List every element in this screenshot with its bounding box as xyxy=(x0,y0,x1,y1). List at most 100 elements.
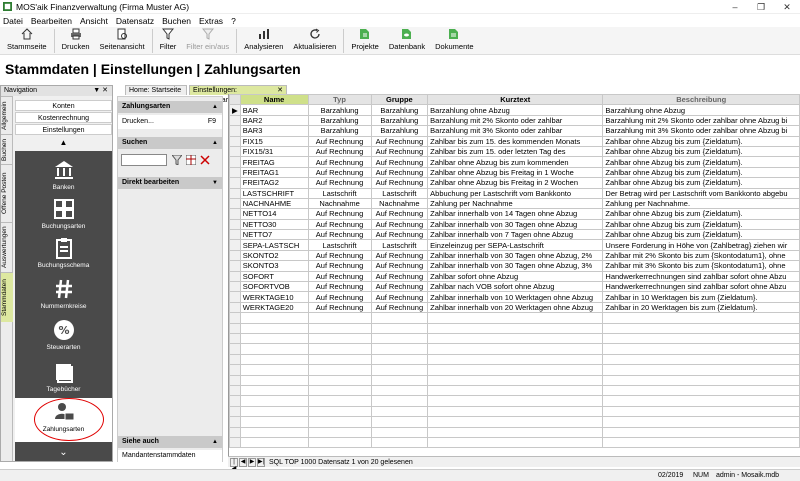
table-cell-name[interactable]: NETTO7 xyxy=(239,229,309,241)
table-cell-kurztext[interactable]: Zahlbar innerhalb von 20 Werktagen ohne … xyxy=(427,301,604,314)
table-cell-gruppe[interactable]: Nachnahme xyxy=(370,197,429,210)
row-indicator[interactable] xyxy=(229,229,241,241)
table-cell-name[interactable]: FREITAG1 xyxy=(239,166,309,179)
table-cell-typ[interactable]: Auf Rechnung xyxy=(307,229,372,241)
table-cell-beschreibung[interactable]: Zahlbar ohne Abzug bis zum {Zieldatum}. xyxy=(602,177,800,189)
table-cell-gruppe[interactable]: Auf Rechnung xyxy=(370,260,429,272)
table-cell-gruppe[interactable]: Auf Rechnung xyxy=(370,177,429,189)
row-indicator[interactable] xyxy=(229,322,241,335)
section-zahlungsarten[interactable]: Zahlungsarten ▲ xyxy=(118,101,222,113)
table-row[interactable]: FIX15/31 Auf Rechnung Auf Rechnung Zahlbar … xyxy=(229,145,800,158)
table-cell-kurztext[interactable]: Zahlbar ohne Abzug bis Freitag in 2 Woch… xyxy=(427,177,604,189)
table-row[interactable] xyxy=(229,374,800,386)
filter-button[interactable]: Filter xyxy=(155,27,182,53)
row-indicator[interactable] xyxy=(229,384,241,397)
table-row[interactable]: SOFORT Auf Rechnung Auf Rechnung Zahlbar so… xyxy=(229,270,800,283)
table-row[interactable]: NACHNAHME Nachnahme Nachnahme Zahlung per N… xyxy=(229,197,800,210)
table-cell-name[interactable]: NETTO14 xyxy=(239,208,309,220)
nav-item-banken[interactable]: Banken xyxy=(15,159,112,191)
nav-item-nummernkreise[interactable]: Nummernkreise xyxy=(15,278,112,310)
table-cell-kurztext[interactable] xyxy=(427,395,604,407)
table-cell-kurztext[interactable]: Zahlbar ohne Abzug bis zum kommenden xyxy=(427,156,604,168)
table-row[interactable]: SEPA-LASTSCH Lastschrift Lastschrift Einzel… xyxy=(229,239,800,251)
table-cell-beschreibung[interactable] xyxy=(602,332,800,345)
nav-item-tagebuecher[interactable]: Tagebücher xyxy=(15,361,112,393)
table-cell-name[interactable]: SKONTO2 xyxy=(239,249,309,262)
table-cell-typ[interactable] xyxy=(307,374,372,386)
table-cell-typ[interactable] xyxy=(307,405,372,418)
table-row[interactable] xyxy=(229,395,800,407)
table-cell-name[interactable]: NACHNAHME xyxy=(239,197,309,210)
table-row[interactable] xyxy=(229,364,800,376)
table-cell-beschreibung[interactable]: Zahlbar mit 3% Skonto bis zum {Skontodat… xyxy=(602,260,800,272)
vtab-offene-posten[interactable]: Offene Posten xyxy=(1,164,13,222)
table-row[interactable]: FREITAG2 Auf Rechnung Auf Rechnung Zahlbar … xyxy=(229,177,800,189)
table-cell-gruppe[interactable]: Auf Rechnung xyxy=(370,156,429,168)
table-cell-typ[interactable]: Auf Rechnung xyxy=(307,301,372,314)
table-row[interactable] xyxy=(229,343,800,355)
first-record-button[interactable]: |◀ xyxy=(230,457,238,472)
table-cell-name[interactable]: SOFORTVOB xyxy=(239,281,309,293)
table-cell-gruppe[interactable]: Auf Rechnung xyxy=(370,208,429,220)
table-row[interactable]: SKONTO2 Auf Rechnung Auf Rechnung Zahlbar i… xyxy=(229,249,800,262)
table-cell-beschreibung[interactable] xyxy=(602,416,800,428)
table-cell-kurztext[interactable]: Zahlbar innerhalb von 30 Tagen ohne Abzu… xyxy=(427,260,604,272)
nav-item-steuerarten[interactable]: % Steuerarten xyxy=(15,319,112,351)
table-cell-beschreibung[interactable]: Zahlbar ohne Abzug bis zum {Zieldatum}. xyxy=(602,166,800,179)
table-cell-gruppe[interactable]: Auf Rechnung xyxy=(370,301,429,314)
table-cell-kurztext[interactable]: Abbuchung per Lastschrift vom Bankkonto xyxy=(427,187,604,199)
table-row[interactable]: FIX15 Auf Rechnung Auf Rechnung Zahlbar bis… xyxy=(229,135,800,147)
nav-group-konten[interactable]: Konten xyxy=(15,100,112,111)
row-indicator[interactable] xyxy=(229,156,241,168)
table-cell-kurztext[interactable]: Zahlbar innerhalb von 7 Tagen ohne Abzug xyxy=(427,229,604,241)
table-cell-kurztext[interactable] xyxy=(427,374,604,386)
row-indicator[interactable] xyxy=(229,270,241,283)
menu-bearbeiten[interactable]: Bearbeiten xyxy=(31,16,72,26)
table-cell-name[interactable]: NETTO30 xyxy=(239,218,309,231)
table-cell-typ[interactable] xyxy=(307,436,372,449)
row-indicator[interactable] xyxy=(229,208,241,220)
vtab-allgemein[interactable]: Allgemein xyxy=(1,96,13,134)
menu-extras[interactable]: Extras xyxy=(199,16,223,26)
menu-buchen[interactable]: Buchen xyxy=(162,16,191,26)
table-row[interactable] xyxy=(229,405,800,418)
section-siehe-auch[interactable]: Siehe auch ▲ xyxy=(118,436,222,448)
table-cell-name[interactable] xyxy=(239,384,309,397)
table-cell-name[interactable]: SEPA-LASTSCH xyxy=(239,239,309,251)
table-cell-kurztext[interactable] xyxy=(427,384,604,397)
table-cell-name[interactable] xyxy=(239,353,309,366)
table-row[interactable] xyxy=(229,384,800,397)
table-cell-name[interactable]: BAR3 xyxy=(239,125,309,137)
menu-datensatz[interactable]: Datensatz xyxy=(116,16,154,26)
table-cell-kurztext[interactable] xyxy=(427,332,604,345)
table-cell-gruppe[interactable]: Auf Rechnung xyxy=(370,291,429,303)
nav-item-buchungsschema[interactable]: Buchungsschema xyxy=(15,237,112,269)
table-cell-typ[interactable]: Nachnahme xyxy=(307,197,372,210)
row-indicator[interactable] xyxy=(229,218,241,231)
vtab-auswertungen[interactable]: Auswertungen xyxy=(1,222,13,272)
drucken-link[interactable]: Drucken... F9 xyxy=(118,115,222,129)
next-record-button[interactable]: ▶ xyxy=(248,457,256,467)
table-cell-typ[interactable] xyxy=(307,353,372,366)
table-cell-gruppe[interactable]: Auf Rechnung xyxy=(370,218,429,231)
table-cell-typ[interactable]: Auf Rechnung xyxy=(307,145,372,158)
row-indicator[interactable] xyxy=(229,416,241,428)
table-row[interactable]: BAR3 Barzahlung Barzahlung Barzahlung mit 3… xyxy=(229,125,800,137)
table-cell-kurztext[interactable] xyxy=(427,312,604,324)
table-cell-gruppe[interactable] xyxy=(370,322,429,335)
row-indicator[interactable] xyxy=(229,312,241,324)
table-cell-beschreibung[interactable] xyxy=(602,322,800,335)
table-cell-name[interactable] xyxy=(239,395,309,407)
table-cell-typ[interactable] xyxy=(307,426,372,438)
column-header-name[interactable]: Name xyxy=(239,94,309,106)
table-cell-beschreibung[interactable]: Barzahlung mit 3% Skonto oder zahlbar oh… xyxy=(602,125,800,137)
table-cell-name[interactable]: FIX15 xyxy=(239,135,309,147)
table-cell-gruppe[interactable] xyxy=(370,405,429,418)
table-row[interactable]: BAR2 Barzahlung Barzahlung Barzahlung mit 2… xyxy=(229,114,800,127)
close-button[interactable]: ✕ xyxy=(774,0,800,14)
table-cell-gruppe[interactable]: Lastschrift xyxy=(370,187,429,199)
table-cell-beschreibung[interactable]: Zahlbar ohne Abzug bis zum {Zieldatum}. xyxy=(602,218,800,231)
table-cell-typ[interactable]: Auf Rechnung xyxy=(307,218,372,231)
nav-item-buchungsarten[interactable]: Buchungsarten xyxy=(15,198,112,230)
nav-group-kostenrechnung[interactable]: Kostenrechnung xyxy=(15,112,112,123)
